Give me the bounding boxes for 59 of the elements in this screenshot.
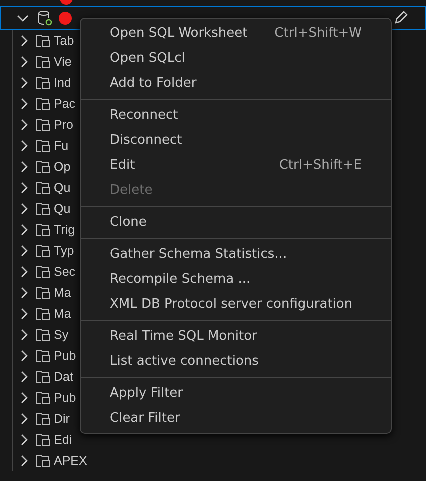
tree-item-label[interactable]: Typ xyxy=(54,244,74,258)
tree-item-label[interactable]: Ma xyxy=(54,306,72,320)
folder-icon xyxy=(35,306,51,322)
folder-icon xyxy=(35,116,51,132)
tree-item-label[interactable]: Fu xyxy=(54,138,69,152)
folder-icon xyxy=(35,32,51,48)
tree-item-label[interactable]: Dat xyxy=(54,370,74,384)
tree-item-label[interactable]: Sy xyxy=(54,328,69,342)
pencil-icon[interactable] xyxy=(393,10,409,26)
folder-icon xyxy=(35,432,51,448)
tree-item-label[interactable]: APEX xyxy=(54,454,88,468)
folder-icon xyxy=(35,264,51,280)
folder-icon xyxy=(35,74,51,90)
tree-item-label[interactable]: Dir xyxy=(54,412,70,426)
folder-icon xyxy=(35,284,51,300)
menu-item[interactable]: Open SQLcl xyxy=(81,46,391,71)
tree-item-label[interactable]: Ind xyxy=(54,76,72,90)
tree-item-label[interactable]: Qu xyxy=(54,180,71,194)
tree-item-label[interactable]: Pac xyxy=(54,96,76,110)
status-dot-icon xyxy=(59,12,72,24)
menu-item[interactable]: XML DB Protocol server configuration xyxy=(81,292,391,317)
tree-item-label[interactable]: Vie xyxy=(54,54,72,68)
tree-item-label[interactable]: Qu xyxy=(54,202,71,216)
tree-item-label[interactable]: Edi xyxy=(54,432,72,446)
menu-item[interactable]: Clear Filter xyxy=(81,406,391,431)
folder-icon xyxy=(35,96,51,112)
folder-icon xyxy=(35,138,51,154)
folder-icon xyxy=(35,54,51,70)
menu-item[interactable]: List active connections xyxy=(81,349,391,374)
menu-item[interactable]: Recompile Schema ... xyxy=(81,267,391,292)
tree-item-label[interactable]: Sec xyxy=(54,264,76,278)
folder-icon xyxy=(35,368,51,384)
tree-item-label[interactable]: Pub xyxy=(54,348,76,362)
menu-item[interactable]: Disconnect xyxy=(81,128,391,153)
tree-item-label[interactable]: Pro xyxy=(54,118,74,132)
menu-item[interactable]: Apply Filter xyxy=(81,381,391,406)
folder-icon xyxy=(35,348,51,364)
folder-icon xyxy=(35,158,51,174)
folder-icon xyxy=(35,242,51,258)
folder-icon xyxy=(35,390,51,406)
tree-item-label[interactable]: Tab xyxy=(54,34,74,48)
menu-item[interactable]: Reconnect xyxy=(81,103,391,128)
folder-icon xyxy=(35,200,51,216)
folder-icon xyxy=(35,410,51,426)
folder-icon xyxy=(35,452,51,468)
menu-item[interactable]: Gather Schema Statistics... xyxy=(81,242,391,267)
database-icon xyxy=(37,10,53,26)
menu-item[interactable]: Real Time SQL Monitor xyxy=(81,324,391,349)
menu-item[interactable]: Open SQL Worksheet Ctrl+Shift+W xyxy=(81,21,391,46)
tree-item-label[interactable]: Ma xyxy=(54,286,72,300)
menu-item[interactable]: Edit Ctrl+Shift+E xyxy=(81,153,391,178)
tree-item-label[interactable]: Op xyxy=(54,160,71,174)
menu-item[interactable]: Add to Folder xyxy=(81,71,391,96)
tree-item-label[interactable]: Pub xyxy=(54,390,76,404)
tree-item-label[interactable]: Trig xyxy=(54,222,76,236)
folder-icon xyxy=(35,180,51,196)
menu-item[interactable]: Clone xyxy=(81,210,391,235)
folder-icon xyxy=(35,222,51,238)
folder-icon xyxy=(35,326,51,342)
